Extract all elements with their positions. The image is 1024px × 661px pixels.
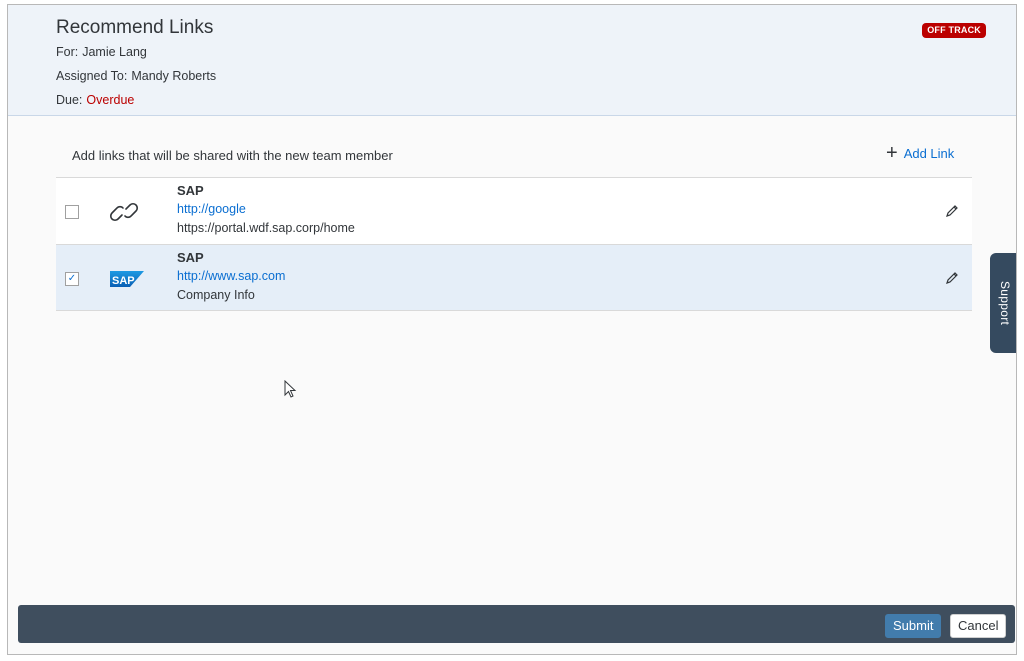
recommend-links-dialog: Recommend Links For: Jamie Lang Assigned … [7, 4, 1017, 655]
chain-link-icon [109, 202, 139, 222]
assigned-line: Assigned To: Mandy Roberts [56, 69, 216, 83]
dialog-header: Recommend Links For: Jamie Lang Assigned … [8, 5, 1016, 116]
assigned-label: Assigned To: [56, 69, 128, 83]
status-badge: OFF TRACK [922, 23, 986, 38]
for-label: For: [56, 45, 79, 59]
due-line: Due: Overdue [56, 93, 134, 107]
pencil-edit-icon[interactable] [944, 270, 960, 286]
due-label: Due: [56, 93, 83, 107]
add-link-label: Add Link [903, 145, 955, 161]
mouse-pointer-icon [284, 380, 297, 398]
links-table: SAP http://google https://portal.wdf.sap… [56, 177, 972, 311]
for-line: For: Jamie Lang [56, 45, 147, 59]
link-name: SAP [177, 250, 204, 265]
pencil-edit-icon[interactable] [944, 203, 960, 219]
link-url[interactable]: http://www.sap.com [177, 269, 285, 288]
link-row[interactable]: ✓ SAP SAP http://www.sap.com Company Inf… [56, 244, 972, 311]
page-title: Recommend Links [56, 17, 214, 38]
svg-text:SAP: SAP [112, 275, 135, 287]
link-row[interactable]: SAP http://google https://portal.wdf.sap… [56, 177, 972, 244]
link-description: https://portal.wdf.sap.corp/home [177, 221, 355, 235]
sap-logo-icon: SAP [110, 271, 144, 287]
plus-icon: + [886, 142, 898, 164]
row-checkbox-checked[interactable]: ✓ [65, 272, 79, 286]
dialog-footer: Submit Cancel [18, 605, 1015, 643]
add-link-button[interactable]: + Add Link [886, 142, 955, 164]
submit-button[interactable]: Submit [885, 614, 942, 638]
assigned-value: Mandy Roberts [131, 69, 217, 83]
link-url[interactable]: http://google [177, 202, 355, 221]
link-details: SAP http://google https://portal.wdf.sap… [177, 183, 355, 240]
instruction-text: Add links that will be shared with the n… [72, 148, 393, 163]
support-tab[interactable]: Support [990, 253, 1016, 353]
link-name: SAP [177, 183, 204, 198]
link-description: Company Info [177, 288, 255, 302]
support-tab-label: Support [998, 281, 1012, 326]
due-value: Overdue [86, 93, 135, 107]
row-checkbox[interactable] [65, 205, 79, 219]
link-details: SAP http://www.sap.com Company Info [177, 250, 285, 307]
cancel-button[interactable]: Cancel [950, 614, 1007, 638]
for-value: Jamie Lang [82, 45, 147, 59]
